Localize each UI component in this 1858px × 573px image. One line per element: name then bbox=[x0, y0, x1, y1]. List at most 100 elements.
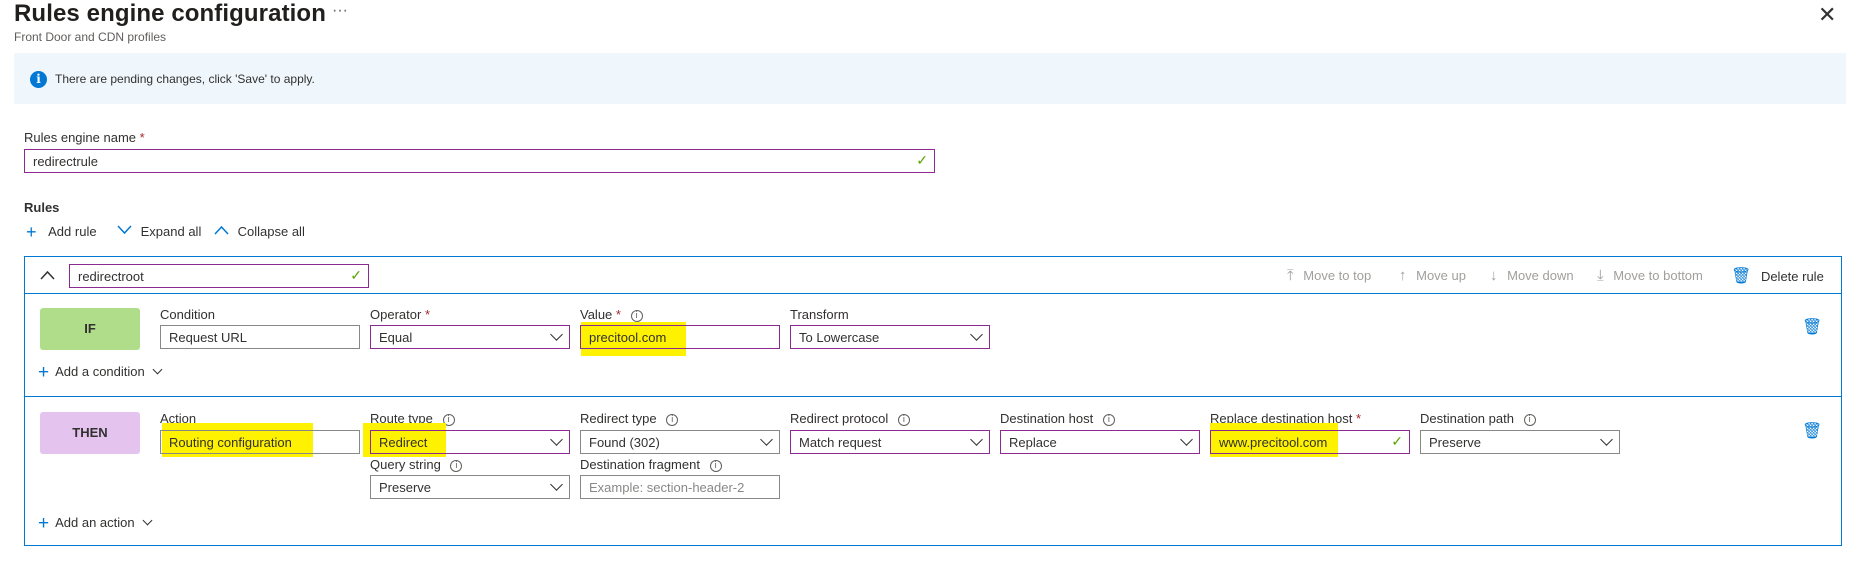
delete-rule-button[interactable]: 🗑 Delete rule bbox=[1731, 266, 1824, 286]
info-circle-icon[interactable]: i bbox=[709, 460, 722, 472]
page-subtitle: Front Door and CDN profiles bbox=[14, 30, 167, 44]
replace-host-value: www.precitool.com bbox=[1219, 435, 1328, 450]
redirect-type-value: Found (302) bbox=[589, 435, 660, 450]
destination-host-dropdown[interactable]: Replace bbox=[1000, 430, 1200, 454]
chevron-down-icon bbox=[550, 478, 563, 491]
info-circle-icon[interactable]: i bbox=[1102, 414, 1115, 426]
replace-destination-host-input[interactable]: www.precitool.com ✓ bbox=[1210, 430, 1410, 454]
transform-value: To Lowercase bbox=[799, 330, 880, 345]
delete-condition-button[interactable]: 🗑 bbox=[1802, 317, 1822, 337]
move-up-label: Move up bbox=[1416, 268, 1466, 283]
value-label: Value * i bbox=[580, 307, 643, 322]
rule-section-divider bbox=[24, 396, 1842, 397]
move-up-button[interactable]: ↑ Move up bbox=[1399, 267, 1466, 284]
redirect-protocol-label-text: Redirect protocol bbox=[790, 411, 889, 426]
destination-fragment-label: Destination fragment i bbox=[580, 457, 722, 472]
rules-engine-name-label-text: Rules engine name bbox=[24, 130, 137, 145]
move-to-top-label: Move to top bbox=[1303, 268, 1372, 283]
redirect-type-label: Redirect type i bbox=[580, 411, 679, 426]
delete-action-button[interactable]: 🗑 bbox=[1802, 421, 1822, 441]
required-mark: * bbox=[424, 307, 430, 322]
info-circle-icon[interactable]: i bbox=[450, 460, 463, 472]
destination-host-label: Destination host i bbox=[1000, 411, 1115, 426]
trash-icon: 🗑 bbox=[1731, 268, 1752, 285]
value-field[interactable]: precitool.com bbox=[580, 325, 780, 349]
destination-host-label-text: Destination host bbox=[1000, 411, 1094, 426]
query-string-dropdown[interactable]: Preserve bbox=[370, 475, 570, 499]
expand-all-button[interactable]: Expand all bbox=[117, 224, 201, 239]
page-title: Rules engine configuration bbox=[14, 0, 326, 27]
chevron-down-icon bbox=[1180, 433, 1193, 446]
destination-path-label: Destination path i bbox=[1420, 411, 1536, 426]
chevron-down-icon bbox=[152, 364, 163, 375]
move-to-top-icon: ⤒ bbox=[1287, 267, 1294, 284]
query-string-label: Query string i bbox=[370, 457, 463, 472]
required-mark: * bbox=[1356, 411, 1362, 426]
trash-icon: 🗑 bbox=[1802, 319, 1823, 336]
rule-card bbox=[24, 256, 1842, 546]
destination-host-value: Replace bbox=[1009, 435, 1057, 450]
add-icon: + bbox=[38, 362, 50, 383]
operator-value: Equal bbox=[379, 330, 413, 345]
operator-label: Operator * bbox=[370, 307, 430, 322]
move-to-bottom-label: Move to bottom bbox=[1613, 268, 1703, 283]
rule-name-input[interactable]: redirectroot ✓ bbox=[69, 264, 369, 288]
add-rule-button[interactable]: + Add rule bbox=[26, 222, 97, 243]
redirect-type-dropdown[interactable]: Found (302) bbox=[580, 430, 780, 454]
expand-all-label: Expand all bbox=[140, 224, 202, 239]
info-circle-icon[interactable]: i bbox=[666, 414, 679, 426]
add-condition-label: Add a condition bbox=[55, 364, 145, 379]
condition-value-text: precitool.com bbox=[589, 330, 667, 345]
redirect-protocol-label: Redirect protocol i bbox=[790, 411, 910, 426]
query-string-value: Preserve bbox=[379, 480, 432, 495]
close-icon[interactable]: ✕ bbox=[1818, 2, 1836, 28]
chevron-down-icon bbox=[970, 433, 983, 446]
add-action-button[interactable]: + Add an action bbox=[38, 513, 153, 535]
condition-field[interactable]: Request URL bbox=[160, 325, 360, 349]
transform-label: Transform bbox=[790, 307, 849, 322]
info-circle-icon[interactable]: i bbox=[897, 414, 910, 426]
operator-dropdown[interactable]: Equal bbox=[370, 325, 570, 349]
destination-fragment-label-text: Destination fragment bbox=[580, 457, 700, 472]
arrow-up-icon: ↑ bbox=[1399, 267, 1407, 284]
destination-fragment-input[interactable]: Example: section-header-2 bbox=[580, 475, 780, 499]
destination-path-label-text: Destination path bbox=[1420, 411, 1514, 426]
route-type-value: Redirect bbox=[379, 435, 428, 450]
chevron-down-icon bbox=[550, 433, 563, 446]
collapse-rule-button[interactable] bbox=[40, 268, 55, 283]
trash-icon: 🗑 bbox=[1802, 423, 1823, 440]
action-field[interactable]: Routing configuration bbox=[160, 430, 360, 454]
chevron-down-icon bbox=[760, 433, 773, 446]
arrow-down-icon: ↓ bbox=[1490, 267, 1498, 284]
more-options-button[interactable]: ··· bbox=[332, 2, 348, 20]
info-circle-icon[interactable]: i bbox=[1523, 414, 1536, 426]
condition-value: Request URL bbox=[169, 330, 248, 345]
action-value: Routing configuration bbox=[169, 435, 292, 450]
rules-engine-name-value: redirectrule bbox=[33, 154, 99, 169]
transform-dropdown[interactable]: To Lowercase bbox=[790, 325, 990, 349]
info-circle-icon[interactable]: i bbox=[630, 310, 643, 322]
rules-engine-name-label: Rules engine name * bbox=[24, 130, 145, 145]
move-to-bottom-button[interactable]: ⤓ Move to bottom bbox=[1597, 267, 1703, 284]
valid-check-icon: ✓ bbox=[1391, 433, 1403, 449]
move-down-button[interactable]: ↓ Move down bbox=[1490, 267, 1574, 284]
condition-label: Condition bbox=[160, 307, 215, 322]
chevron-down-icon bbox=[550, 328, 563, 341]
move-to-top-button[interactable]: ⤒ Move to top bbox=[1287, 267, 1371, 284]
delete-rule-label: Delete rule bbox=[1760, 269, 1824, 284]
banner-message: There are pending changes, click 'Save' … bbox=[55, 72, 315, 86]
rules-engine-name-input[interactable]: redirectrule ✓ bbox=[24, 149, 935, 173]
valid-check-icon: ✓ bbox=[916, 152, 928, 168]
destination-path-dropdown[interactable]: Preserve bbox=[1420, 430, 1620, 454]
move-down-label: Move down bbox=[1507, 268, 1574, 283]
redirect-protocol-dropdown[interactable]: Match request bbox=[790, 430, 990, 454]
collapse-all-label: Collapse all bbox=[237, 224, 305, 239]
add-icon: + bbox=[26, 222, 37, 242]
add-condition-button[interactable]: + Add a condition bbox=[38, 362, 163, 384]
collapse-all-button[interactable]: Collapse all bbox=[214, 224, 305, 239]
chevron-down-icon bbox=[142, 515, 153, 526]
route-type-dropdown[interactable]: Redirect bbox=[370, 430, 570, 454]
move-to-bottom-icon: ⤓ bbox=[1597, 267, 1604, 284]
destination-fragment-placeholder: Example: section-header-2 bbox=[589, 480, 745, 495]
value-label-text: Value bbox=[580, 307, 613, 322]
